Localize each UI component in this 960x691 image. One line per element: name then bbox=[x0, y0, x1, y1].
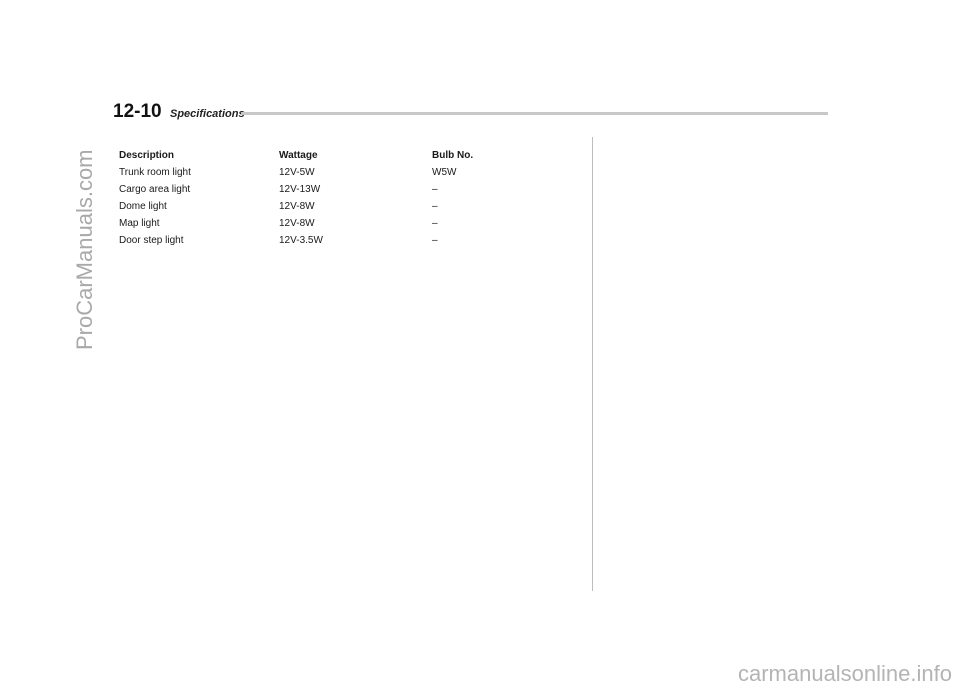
table-row: Trunk room light 12V-5W W5W bbox=[119, 164, 519, 181]
table-row: Dome light 12V-8W – bbox=[119, 198, 519, 215]
column-header-description: Description bbox=[119, 150, 175, 161]
column-header-wattage: Wattage bbox=[279, 150, 318, 161]
bulb-spec-table: Description Wattage Bulb No. Trunk room … bbox=[119, 147, 519, 249]
side-watermark: ProCarManuals.com bbox=[72, 149, 97, 350]
table-row: Map light 12V-8W – bbox=[119, 215, 519, 232]
page-header: 12-10 Specifications bbox=[113, 101, 828, 123]
table-row: Door step light 12V-3.5W – bbox=[119, 232, 519, 249]
column-divider bbox=[592, 137, 593, 591]
wattage-cell: 12V-8W bbox=[279, 201, 315, 212]
bulb-number-cell: – bbox=[432, 218, 438, 229]
wattage-cell: 12V-8W bbox=[279, 218, 315, 229]
description-cell: Cargo area light bbox=[119, 184, 191, 195]
wattage-cell: 12V-3.5W bbox=[279, 235, 323, 246]
header-rule bbox=[241, 112, 828, 115]
table-row: Cargo area light 12V-13W – bbox=[119, 181, 519, 198]
description-cell: Dome light bbox=[119, 201, 167, 212]
wattage-cell: 12V-13W bbox=[279, 184, 321, 195]
description-cell: Trunk room light bbox=[119, 167, 191, 178]
column-header-bulb-no: Bulb No. bbox=[432, 150, 474, 161]
page-number: 12-10 bbox=[113, 101, 162, 122]
description-cell: Door step light bbox=[119, 235, 184, 246]
bottom-watermark: carmanualsonline.info bbox=[737, 661, 952, 686]
bulb-number-cell: – bbox=[432, 201, 438, 212]
bulb-number-cell: – bbox=[432, 235, 438, 246]
section-title: Specifications bbox=[170, 108, 245, 120]
table-header-row: Description Wattage Bulb No. bbox=[119, 147, 519, 164]
description-cell: Map light bbox=[119, 218, 160, 229]
wattage-cell: 12V-5W bbox=[279, 167, 315, 178]
bulb-number-cell: – bbox=[432, 184, 438, 195]
bulb-number-cell: W5W bbox=[432, 167, 457, 178]
